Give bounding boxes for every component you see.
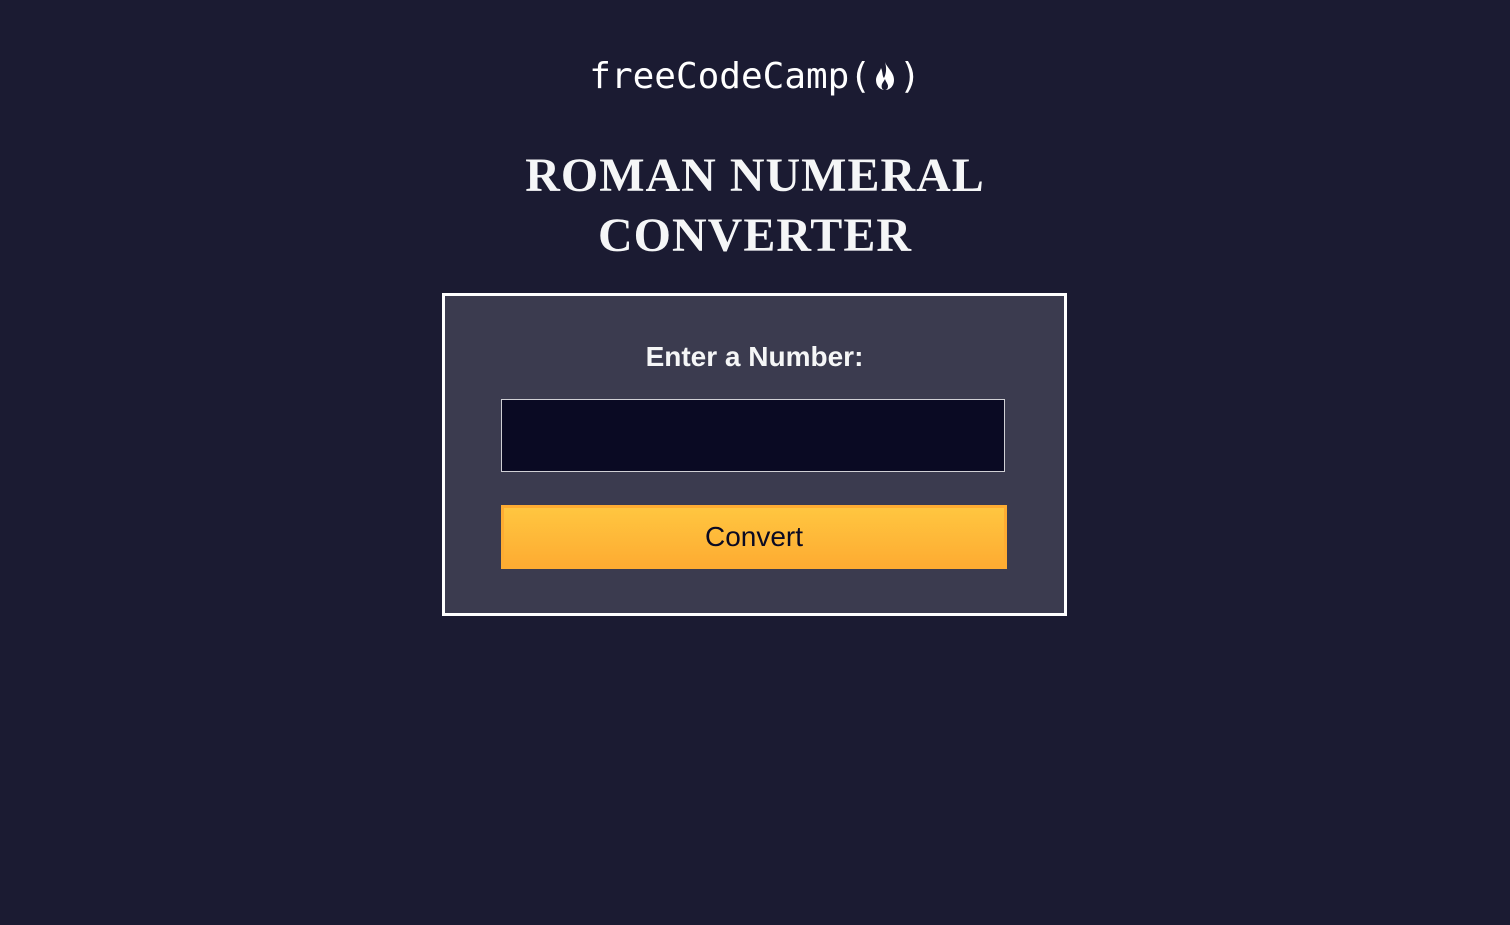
title-line-1: ROMAN NUMERAL [525, 149, 985, 202]
number-label: Enter a Number: [645, 341, 864, 372]
freecodecamp-logo: freeCodeCamp() [0, 54, 1510, 100]
convert-button[interactable]: Convert [501, 505, 1007, 569]
logo-text-end: ) [899, 56, 921, 97]
page-title: ROMAN NUMERAL CONVERTER [0, 146, 1510, 266]
number-input[interactable] [501, 399, 1005, 472]
fire-icon [872, 57, 898, 90]
logo-text-start: freeCodeCamp( [589, 56, 872, 97]
converter-form: Enter a Number: Convert [442, 293, 1067, 616]
title-line-2: CONVERTER [597, 209, 912, 262]
